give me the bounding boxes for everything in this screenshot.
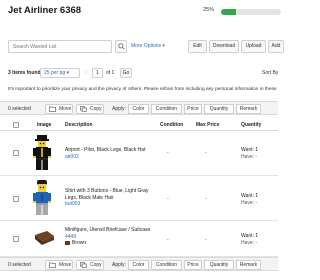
select-all-checkbox[interactable] (13, 122, 19, 128)
item-condition: - (167, 237, 169, 243)
item-description: Shirt with 3 Buttons - Blue, Light Gray … (65, 188, 157, 208)
apply-condition-button[interactable]: Condition (151, 260, 182, 270)
column-header-description[interactable]: Description (65, 122, 93, 128)
item-color-label: Brown (72, 240, 87, 246)
chevron-down-icon: ▾ (162, 43, 165, 49)
progress-fill (221, 9, 236, 15)
have-count: Have: - (241, 153, 258, 160)
minifig-shirt-image (33, 180, 51, 215)
want-count: Want: 1 (241, 147, 259, 153)
apply-color-button[interactable]: Color (128, 104, 149, 114)
apply-price-button[interactable]: Price (184, 104, 202, 114)
selected-count: 0 selected (8, 262, 31, 268)
minifig-pilot-image (33, 135, 51, 170)
table-row[interactable]: Airport - Pilot, Black Legs, Black Hat a… (0, 131, 278, 176)
want-count: Want: 1 (241, 233, 259, 239)
items-found-count: 3 items found (8, 70, 41, 76)
apply-remark-button[interactable]: Remark (236, 260, 261, 270)
item-code-link[interactable]: but003 (65, 201, 157, 208)
copy-button[interactable]: Copy (76, 104, 104, 114)
apply-remark-button[interactable]: Remark (236, 104, 261, 114)
progress-bar (221, 9, 281, 15)
page-total: of 1 (106, 70, 115, 76)
item-quantity: Want: 1 Have: - (241, 193, 258, 206)
copy-label: Copy (90, 262, 102, 268)
more-options-label: More Options (131, 43, 162, 49)
item-code-link[interactable]: air002 (65, 154, 145, 161)
column-header-quantity[interactable]: Quantity (241, 122, 261, 128)
item-quantity: Want: 1 Have: - (241, 233, 258, 246)
apply-label: Apply: (112, 262, 126, 268)
action-bar-top: 0 selected Move Copy Apply: Color Condit… (0, 101, 278, 115)
apply-quantity-button[interactable]: Quantity (204, 260, 234, 270)
per-page-value: 25 per pg (44, 70, 66, 76)
edit-button[interactable]: Edit (188, 40, 207, 53)
row-checkbox[interactable] (13, 236, 19, 242)
move-button[interactable]: Move (45, 104, 73, 114)
item-quantity: Want: 1 Have: - (241, 147, 258, 160)
column-header-condition[interactable]: Condition (160, 122, 183, 128)
privacy-notice: It's important to prioritize your privac… (8, 87, 277, 92)
search-button[interactable] (115, 40, 127, 53)
per-page-select[interactable]: 25 per pg ▾ (40, 68, 80, 78)
item-title: Shirt with 3 Buttons - Blue, Light Gray … (65, 188, 149, 201)
progress-label: 25% (203, 7, 215, 13)
briefcase-image (35, 231, 54, 245)
progress-indicator: 25% (203, 7, 281, 16)
sort-by-label[interactable]: Sort By (262, 70, 278, 76)
apply-price-button[interactable]: Price (184, 260, 202, 270)
page-title: Jet Airliner 6368 (8, 5, 82, 16)
item-condition: - (167, 150, 169, 156)
apply-label: Apply: (112, 106, 126, 112)
item-condition: - (167, 196, 169, 202)
copy-icon (80, 106, 87, 112)
apply-quantity-button[interactable]: Quantity (204, 104, 234, 114)
item-description: Airport - Pilot, Black Legs, Black Hat a… (65, 147, 145, 160)
more-options-link[interactable]: More Options ▾ (131, 43, 165, 49)
search-icon (118, 43, 125, 50)
copy-icon (80, 262, 87, 268)
move-label: Move (59, 106, 72, 112)
copy-button[interactable]: Copy (76, 260, 104, 270)
chevron-down-icon: ▾ (66, 70, 70, 76)
apply-color-button[interactable]: Color (128, 260, 149, 270)
folder-icon (49, 262, 56, 268)
page-number-input[interactable]: 1 (92, 68, 103, 78)
prev-page-icon[interactable]: ‹ (82, 68, 90, 78)
download-button[interactable]: Download (209, 40, 239, 53)
column-header-image: Image (37, 122, 52, 128)
go-button[interactable]: Go (120, 68, 132, 78)
search-input[interactable] (8, 40, 112, 53)
color-swatch (65, 240, 70, 245)
item-max-price: - (205, 150, 207, 156)
action-bar-bottom: 0 selected Move Copy Apply: Color Condit… (0, 257, 278, 271)
toolbar: More Options ▾ Edit Download Upload Add (0, 40, 284, 54)
pagination-bar: 3 items found 25 per pg ▾ ‹ 1 of 1 Go So… (0, 67, 278, 79)
copy-label: Copy (90, 106, 102, 112)
folder-icon (49, 106, 56, 112)
table-row[interactable]: Minifigure, Utensil Briefcase / Suitcase… (0, 221, 278, 257)
item-color: Brown (65, 240, 150, 247)
selected-count: 0 selected (8, 106, 31, 112)
row-checkbox[interactable] (13, 196, 19, 202)
have-count: Have: - (241, 199, 258, 206)
apply-condition-button[interactable]: Condition (151, 104, 182, 114)
table-row[interactable]: Shirt with 3 Buttons - Blue, Light Gray … (0, 176, 278, 221)
item-title: Airport - Pilot, Black Legs, Black Hat (65, 147, 146, 153)
want-count: Want: 1 (241, 193, 259, 199)
table-header: Image Description Condition Max Price Qu… (0, 120, 278, 131)
column-header-max-price[interactable]: Max Price (196, 122, 219, 128)
item-max-price: - (205, 196, 207, 202)
move-button[interactable]: Move (45, 260, 73, 270)
item-title: Minifigure, Utensil Briefcase / Suitcase (65, 227, 151, 233)
have-count: Have: - (241, 239, 258, 246)
move-label: Move (59, 262, 72, 268)
upload-button[interactable]: Upload (241, 40, 266, 53)
item-max-price: - (205, 237, 207, 243)
add-button[interactable]: Add (268, 40, 284, 53)
item-description: Minifigure, Utensil Briefcase / Suitcase… (65, 227, 150, 247)
row-checkbox[interactable] (13, 150, 19, 156)
